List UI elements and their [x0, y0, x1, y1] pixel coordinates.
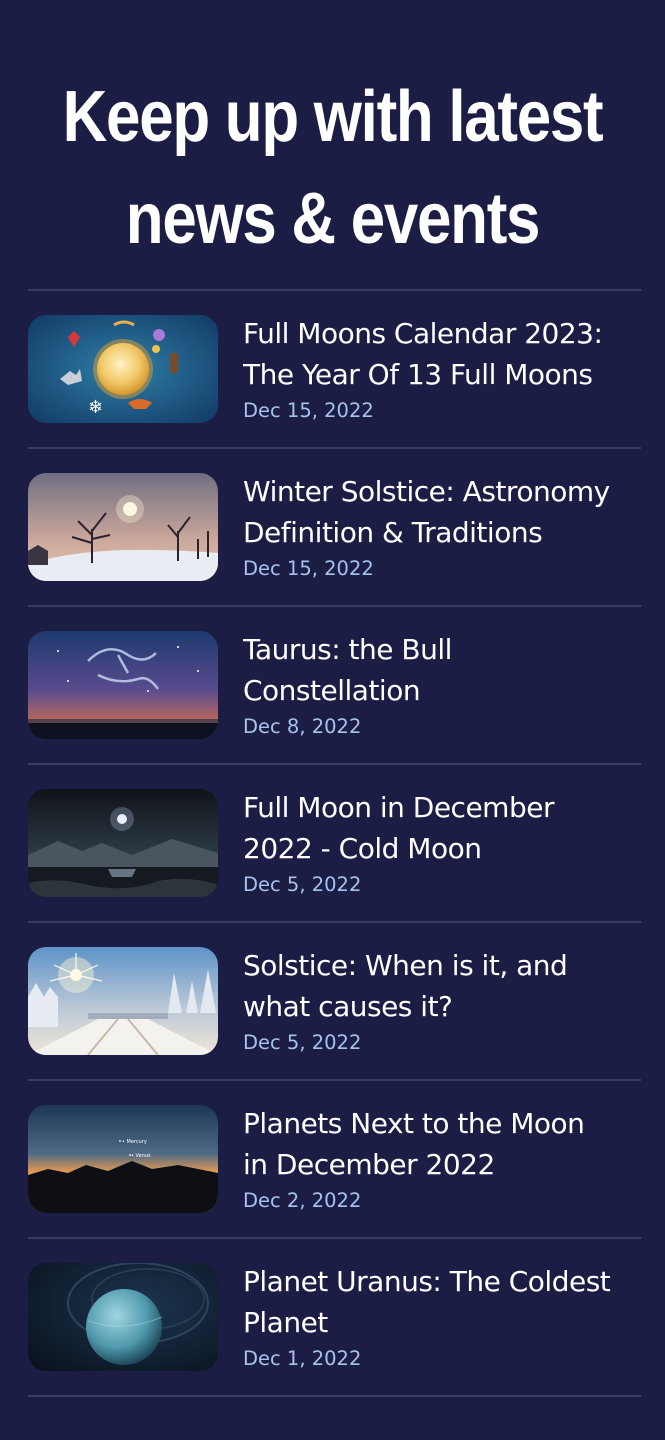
news-item[interactable]: Full Moon in December 2022 - Cold Moon D…	[28, 765, 641, 921]
article-date: Dec 15, 2022	[243, 399, 374, 422]
article-thumbnail	[28, 473, 218, 581]
article-date: Dec 5, 2022	[243, 1031, 362, 1054]
article-title-line: Taurus: the Bull	[243, 633, 452, 666]
article-date: Dec 15, 2022	[243, 557, 374, 580]
article-thumbnail	[28, 631, 218, 739]
article-title-line: Winter Solstice: Astronomy	[243, 475, 610, 508]
snowy-forest-sun-photo	[28, 947, 218, 1055]
article-title[interactable]: Planets Next to the Moon in December 202…	[243, 1103, 641, 1185]
news-list: ❄ Full Moons Calendar 2023: The Year Of …	[28, 289, 641, 1397]
news-item[interactable]: Winter Solstice: Astronomy Definition & …	[28, 449, 641, 605]
venus-label: • Venus	[131, 1153, 151, 1159]
article-title-line: Definition & Traditions	[243, 516, 543, 549]
news-page: Keep up with latest news & events ❄ Full…	[0, 0, 665, 1440]
article-date: Dec 2, 2022	[243, 1189, 362, 1212]
mercury-label: • Mercury	[122, 1139, 147, 1145]
article-title-line: Full Moon in December	[243, 791, 554, 824]
article-date: Dec 5, 2022	[243, 873, 362, 896]
article-title[interactable]: Full Moon in December 2022 - Cold Moon	[243, 787, 641, 869]
article-date: Dec 1, 2022	[243, 1347, 362, 1370]
article-thumbnail: ❄	[28, 315, 218, 423]
article-thumbnail	[28, 1263, 218, 1371]
news-item[interactable]: ❄ Full Moons Calendar 2023: The Year Of …	[28, 291, 641, 447]
article-thumbnail: • Mercury • Venus	[28, 1105, 218, 1213]
twilight-planets-photo: • Mercury • Venus	[28, 1105, 218, 1213]
article-title-line: 2022 - Cold Moon	[243, 832, 482, 865]
headline-line-2: news & events	[125, 179, 541, 259]
headline-line-1: Keep up with latest	[62, 77, 604, 157]
page-headline: Keep up with latest news & events	[47, 0, 619, 270]
article-title-line: Constellation	[243, 674, 421, 707]
article-title[interactable]: Planet Uranus: The Coldest Planet	[243, 1261, 641, 1343]
article-title[interactable]: Solstice: When is it, and what causes it…	[243, 945, 641, 1027]
article-title-line: Planets Next to the Moon	[243, 1107, 585, 1140]
news-item[interactable]: • Mercury • Venus Planets Next to the Mo…	[28, 1081, 641, 1237]
news-item[interactable]: Taurus: the Bull Constellation Dec 8, 20…	[28, 607, 641, 763]
article-title[interactable]: Full Moons Calendar 2023: The Year Of 13…	[243, 313, 641, 395]
svg-text:❄: ❄	[88, 397, 103, 418]
full-moons-calendar-illustration: ❄	[28, 315, 218, 423]
moon-over-mountain-lake-photo	[28, 789, 218, 897]
article-title-line: The Year Of 13 Full Moons	[243, 358, 593, 391]
article-title-line: in December 2022	[243, 1148, 495, 1181]
article-date: Dec 8, 2022	[243, 715, 362, 738]
article-thumbnail	[28, 947, 218, 1055]
taurus-constellation-photo	[28, 631, 218, 739]
article-title-line: Full Moons Calendar 2023:	[243, 317, 603, 350]
article-title-line: Planet Uranus: The Coldest	[243, 1265, 611, 1298]
article-thumbnail	[28, 789, 218, 897]
article-title-line: Planet	[243, 1306, 328, 1339]
planet-uranus-illustration	[28, 1263, 218, 1371]
article-title-line: what causes it?	[243, 990, 453, 1023]
article-title[interactable]: Taurus: the Bull Constellation	[243, 629, 641, 711]
article-title-line: Solstice: When is it, and	[243, 949, 568, 982]
news-item[interactable]: Planet Uranus: The Coldest Planet Dec 1,…	[28, 1239, 641, 1395]
divider	[28, 1395, 641, 1397]
winter-trees-sunset-photo	[28, 473, 218, 581]
article-title[interactable]: Winter Solstice: Astronomy Definition & …	[243, 471, 641, 553]
news-item[interactable]: Solstice: When is it, and what causes it…	[28, 923, 641, 1079]
